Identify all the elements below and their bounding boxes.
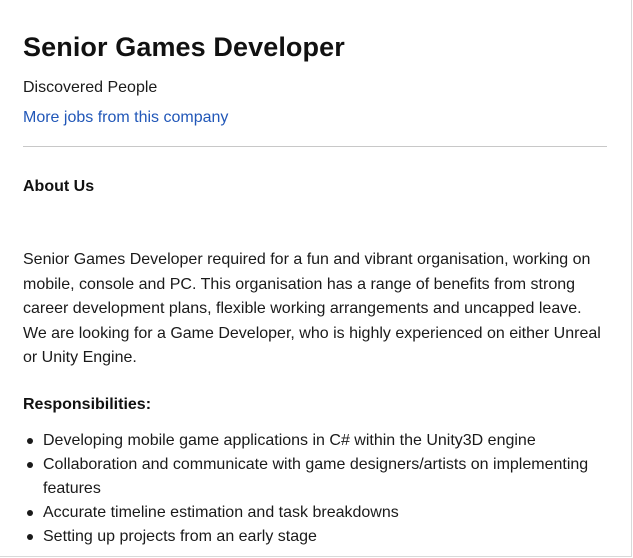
- job-title: Senior Games Developer: [23, 32, 345, 62]
- list-item: Setting up projects from an early stage: [23, 525, 607, 549]
- list-item: Collaboration and communicate with game …: [23, 453, 607, 501]
- divider: [23, 146, 607, 147]
- bullet-icon: [27, 461, 33, 468]
- list-item-text: Collaboration and communicate with game …: [43, 455, 589, 497]
- list-item: Developing mobile game applications in C…: [23, 429, 607, 453]
- job-content: Senior Games Developer Discovered People…: [23, 30, 607, 549]
- responsibilities-heading: Responsibilities:: [23, 395, 152, 413]
- about-heading: About Us: [23, 178, 95, 195]
- bullet-icon: [27, 533, 33, 540]
- list-item-text: Setting up projects from an early stage: [43, 527, 317, 545]
- bullet-icon: [27, 509, 33, 516]
- about-paragraph: Senior Games Developer required for a fu…: [23, 251, 601, 366]
- bullet-icon: [27, 437, 33, 444]
- company-name: Discovered People: [23, 79, 158, 96]
- list-item: Accurate timeline estimation and task br…: [23, 501, 607, 525]
- job-detail-panel: Senior Games Developer Discovered People…: [0, 0, 632, 557]
- more-jobs-link[interactable]: More jobs from this company: [23, 107, 228, 129]
- list-item-text: Developing mobile game applications in C…: [43, 431, 536, 449]
- list-item-text: Accurate timeline estimation and task br…: [43, 503, 399, 521]
- responsibilities-list: Developing mobile game applications in C…: [23, 429, 607, 549]
